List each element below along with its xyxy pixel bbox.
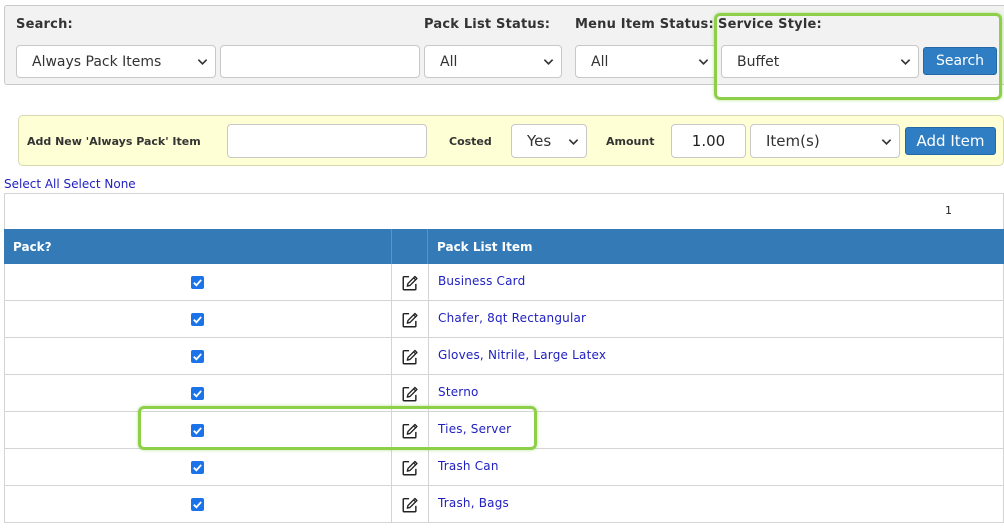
edit-cell <box>392 264 429 300</box>
pack-list-item-link[interactable]: Sterno <box>438 385 479 399</box>
table-row: Trash Can <box>4 449 1004 486</box>
search-input[interactable] <box>220 45 420 78</box>
select-all-link[interactable]: Select All <box>4 177 60 191</box>
table-body: Business Card Chafer, 8qt Rectangular Glov… <box>4 264 1004 523</box>
checkmark-icon <box>193 501 202 509</box>
edit-cell <box>392 486 429 522</box>
chevron-down-icon <box>881 139 892 145</box>
select-links: Select All Select None <box>4 177 136 191</box>
pack-cell <box>5 264 392 300</box>
pack-list-item-link[interactable]: Trash, Bags <box>438 496 509 510</box>
col-pack-header: Pack? <box>13 239 52 254</box>
header-divider <box>391 229 428 264</box>
table-row: Gloves, Nitrile, Large Latex <box>4 338 1004 375</box>
edit-cell <box>392 338 429 374</box>
unit-select[interactable]: Item(s) <box>750 124 900 158</box>
table-header: Pack? Pack List Item <box>4 229 1004 264</box>
page-link[interactable]: 1 <box>945 204 952 217</box>
pack-list-item-link[interactable]: Gloves, Nitrile, Large Latex <box>438 348 606 362</box>
pack-list-item-link[interactable]: Business Card <box>438 274 525 288</box>
pack-checkbox[interactable] <box>191 461 204 474</box>
table-row: Business Card <box>4 264 1004 301</box>
costed-select[interactable]: Yes <box>511 124 587 158</box>
menu-status-select[interactable]: All <box>575 45 717 78</box>
checkmark-icon <box>193 464 202 472</box>
pack-cell <box>5 301 392 337</box>
add-item-panel: Add New 'Always Pack' Item Costed Yes Am… <box>18 115 1004 166</box>
costed-value: Yes <box>527 132 552 150</box>
menu-status-label: Menu Item Status: <box>575 17 714 32</box>
col-item-header: Pack List Item <box>437 239 533 254</box>
pack-checkbox[interactable] <box>191 276 204 289</box>
search-type-select[interactable]: Always Pack Items <box>16 45 216 78</box>
unit-value: Item(s) <box>766 132 820 150</box>
pack-cell <box>5 486 392 522</box>
edit-icon[interactable] <box>401 496 419 514</box>
pack-checkbox[interactable] <box>191 387 204 400</box>
pack-cell <box>5 449 392 485</box>
checkmark-icon <box>193 279 202 287</box>
add-item-label: Add New 'Always Pack' Item <box>27 135 201 148</box>
pack-status-label: Pack List Status: <box>424 17 551 32</box>
pack-list-item-link[interactable]: Chafer, 8qt Rectangular <box>438 311 586 325</box>
edit-icon[interactable] <box>401 459 419 477</box>
chevron-down-icon <box>197 59 208 65</box>
amount-input[interactable]: 1.00 <box>671 124 746 158</box>
table-row: Trash, Bags <box>4 486 1004 523</box>
chevron-down-icon <box>568 139 579 145</box>
pager-row: 1 <box>4 193 1004 229</box>
pack-checkbox[interactable] <box>191 350 204 363</box>
chevron-down-icon <box>698 59 709 65</box>
pack-checkbox[interactable] <box>191 313 204 326</box>
select-none-link[interactable]: Select None <box>64 177 136 191</box>
edit-icon[interactable] <box>401 311 419 329</box>
pack-status-select[interactable]: All <box>424 45 562 78</box>
costed-label: Costed <box>449 135 492 148</box>
pack-cell <box>5 338 392 374</box>
service-style-highlight <box>714 13 1002 100</box>
row-highlight <box>138 406 537 450</box>
amount-label: Amount <box>606 135 655 148</box>
checkmark-icon <box>193 390 202 398</box>
edit-cell <box>392 301 429 337</box>
search-type-value: Always Pack Items <box>32 53 162 70</box>
add-item-name-input[interactable] <box>227 124 427 158</box>
menu-status-value: All <box>591 53 609 70</box>
edit-icon[interactable] <box>401 348 419 366</box>
edit-icon[interactable] <box>401 274 419 292</box>
amount-value: 1.00 <box>691 132 726 150</box>
chevron-down-icon <box>543 59 554 65</box>
checkmark-icon <box>193 316 202 324</box>
pack-checkbox[interactable] <box>191 498 204 511</box>
pack-list-item-link[interactable]: Trash Can <box>438 459 499 473</box>
checkmark-icon <box>193 353 202 361</box>
table-row: Chafer, 8qt Rectangular <box>4 301 1004 338</box>
search-label: Search: <box>16 17 73 32</box>
add-item-button[interactable]: Add Item <box>905 127 996 155</box>
pack-status-value: All <box>440 53 458 70</box>
edit-cell <box>392 449 429 485</box>
edit-icon[interactable] <box>401 385 419 403</box>
